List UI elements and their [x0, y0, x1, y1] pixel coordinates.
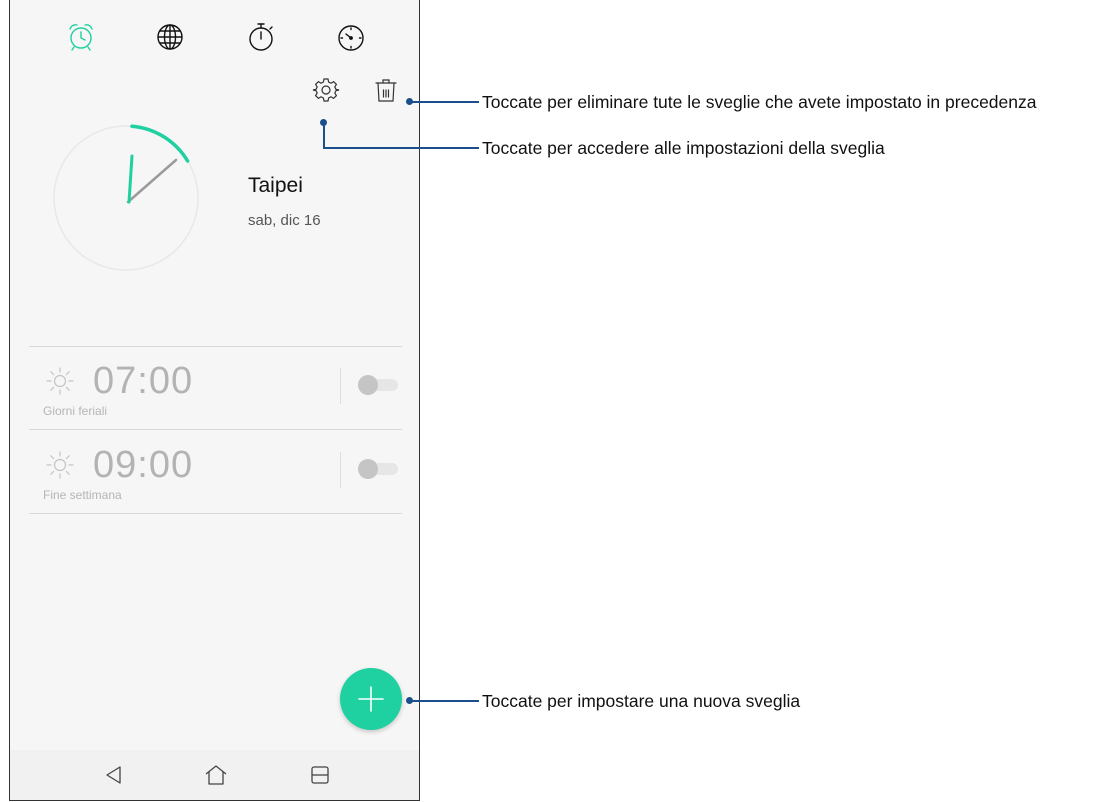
divider [340, 452, 341, 488]
add-alarm-button[interactable] [340, 668, 402, 730]
tab-alarm[interactable] [64, 20, 98, 54]
plus-icon [358, 686, 384, 712]
settings-button[interactable] [312, 76, 344, 108]
tab-world-clock[interactable] [153, 20, 187, 54]
gear-icon [312, 78, 340, 102]
tab-bar [10, 0, 419, 70]
callout-line [410, 101, 479, 103]
globe-icon [157, 24, 183, 50]
navigation-bar [10, 750, 419, 800]
callout-line [323, 122, 325, 148]
toggle-knob [358, 459, 378, 479]
alarm-time: 07:00 [93, 360, 194, 402]
home-button[interactable] [203, 762, 229, 788]
divider [340, 368, 341, 404]
callout-line [323, 147, 479, 149]
timer-icon [338, 25, 364, 51]
alarm-label: Fine settimana [43, 488, 122, 502]
trash-icon [375, 79, 397, 102]
callout-delete-text: Toccate per eliminare tute le sveglie ch… [482, 92, 1037, 112]
analog-clock-face [53, 124, 199, 271]
recents-button[interactable] [307, 762, 333, 788]
alarm-item[interactable]: 07:00 Giorni feriali [29, 346, 402, 430]
alarm-label: Giorni feriali [43, 404, 108, 418]
analog-clock [52, 124, 200, 272]
alarm-clock-icon [69, 24, 93, 51]
alarm-item[interactable]: 09:00 Fine settimana [29, 430, 402, 514]
divider [29, 513, 402, 514]
callout-add-text: Toccate per impostare una nuova sveglia [482, 691, 801, 711]
callout-settings-text: Toccate per accedere alle impostazioni d… [482, 138, 885, 158]
sun-icon [46, 451, 74, 479]
toggle-knob [358, 375, 378, 395]
alarm-toggle[interactable] [358, 459, 398, 479]
stopwatch-icon [249, 23, 273, 51]
sun-icon [46, 367, 74, 395]
delete-all-button[interactable] [372, 76, 404, 108]
clock-date: sab, dic 16 [248, 212, 321, 229]
clock-app-screen: Taipei sab, dic 16 07:00 Giorni feriali … [9, 0, 420, 801]
tab-timer[interactable] [334, 20, 368, 54]
recents-icon [311, 766, 329, 784]
back-icon [106, 766, 121, 784]
back-button[interactable] [101, 762, 127, 788]
alarm-time: 09:00 [93, 444, 194, 486]
alarm-toggle[interactable] [358, 375, 398, 395]
clock-city: Taipei [248, 174, 303, 197]
tab-stopwatch[interactable] [244, 20, 278, 54]
home-icon [205, 765, 227, 785]
callout-line [410, 700, 479, 702]
